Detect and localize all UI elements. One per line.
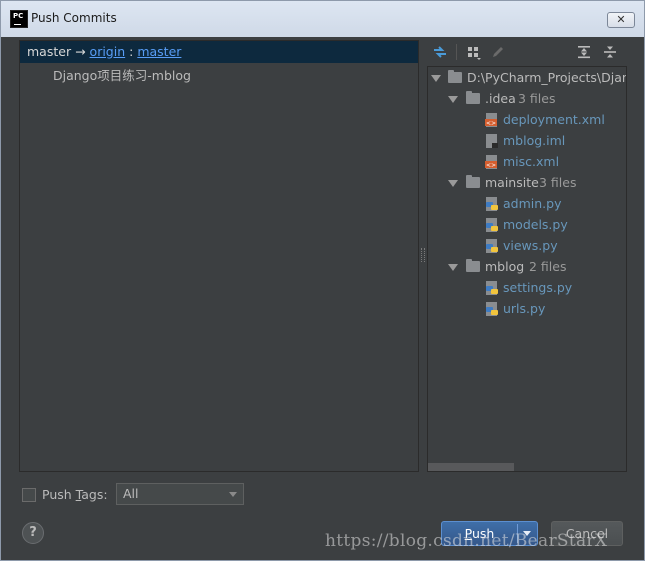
splitter-handle[interactable] [421,248,425,262]
close-button[interactable]: ✕ [607,12,635,28]
remote-branch-link[interactable]: master [137,44,181,59]
file-name: misc.xml [503,154,560,169]
python-file-icon [486,302,498,316]
tags-dropdown[interactable]: All [116,483,244,505]
arrow-glyph: → [75,44,86,59]
folder-icon [466,175,480,188]
file-count: 2 files [529,259,567,274]
branch-target-row[interactable]: master → origin : master [20,41,418,63]
collapse-all-icon[interactable] [601,43,619,61]
python-file-icon [486,197,498,211]
file-count: 3 files [518,91,556,106]
file-name: models.py [503,217,568,232]
local-branch-label: master [27,44,72,59]
python-file-icon [486,239,498,253]
xml-file-icon: <> [485,155,497,169]
svg-text:<>: <> [486,162,496,169]
folder-name: mainsite [485,175,539,190]
root-path-label: D:\PyCharm_Projects\Django [467,70,626,85]
python-file-icon [486,281,498,295]
pycharm-app-icon: PC [10,10,28,28]
python-file-icon [486,218,498,232]
expand-triangle-icon[interactable] [448,96,458,103]
file-name: settings.py [503,280,573,295]
group-icon[interactable] [465,43,483,61]
title-bar: PC Push Commits ✕ [1,1,644,37]
expand-triangle-icon[interactable] [448,264,458,271]
file-name: mblog.iml [503,133,566,148]
folder-name: mblog [485,259,525,274]
changes-toolbar [427,40,627,64]
horizontal-scrollbar[interactable] [428,463,514,471]
help-button[interactable]: ? [22,522,44,544]
changed-files-tree: D:\PyCharm_Projects\Django .idea 3 files… [427,66,627,472]
file-name: urls.py [503,301,546,316]
commit-item[interactable]: Django项目练习-mblog [53,65,191,84]
push-tags-label: Push Tags: [42,487,108,502]
push-tags-checkbox[interactable] [22,488,36,502]
chevron-down-icon [229,492,237,497]
watermark-text: https://blog.csdn.net/BearStarX [325,531,608,551]
iml-file-icon [486,134,498,148]
branch-separator: : [129,44,134,59]
folder-icon [448,70,462,83]
expand-all-icon[interactable] [575,43,593,61]
edit-icon[interactable] [489,43,507,61]
remote-link[interactable]: origin [90,44,126,59]
svg-text:<>: <> [486,120,496,127]
commits-panel: master → origin : master Django项目练习-mblo… [19,40,419,472]
dialog-title: Push Commits [31,11,117,25]
compare-icon[interactable] [431,43,449,61]
file-name: deployment.xml [503,112,605,127]
folder-name: .idea [485,91,516,106]
folder-icon [466,91,480,104]
file-name: views.py [503,238,558,253]
expand-triangle-icon[interactable] [431,75,441,82]
file-count: 3 files [539,175,577,190]
expand-triangle-icon[interactable] [448,180,458,187]
xml-file-icon: <> [485,113,497,127]
file-name: admin.py [503,196,562,211]
folder-icon [466,259,480,272]
